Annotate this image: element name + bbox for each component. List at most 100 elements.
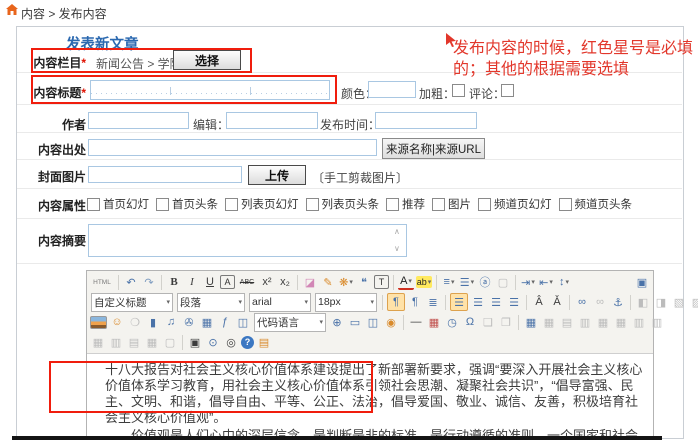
align-left-icon[interactable]: ☰ bbox=[450, 293, 468, 311]
title-color-input[interactable] bbox=[368, 81, 416, 98]
html-source-icon[interactable]: HTML bbox=[90, 274, 114, 290]
title-input[interactable] bbox=[90, 80, 330, 100]
sticker-icon[interactable]: ❍ bbox=[127, 314, 143, 330]
letter-spacing-up-icon[interactable]: Â bbox=[531, 294, 547, 310]
attr-home-headline[interactable]: 首页头条 bbox=[156, 196, 218, 212]
float-right-icon[interactable]: ◨ bbox=[653, 294, 669, 310]
attr-recommend[interactable]: 推荐 bbox=[386, 196, 425, 212]
undo-icon[interactable]: ↶ bbox=[123, 274, 139, 290]
editor-content[interactable]: 十八大报告对社会主义核心价值体系建设提出了新部署新要求，强调“要深入开展社会主义… bbox=[87, 354, 653, 436]
anchor-icon[interactable]: ⚓ bbox=[610, 294, 626, 310]
clock-icon[interactable]: ◷ bbox=[444, 314, 460, 330]
insert-col-left-icon[interactable]: ▥ bbox=[631, 314, 647, 330]
emoticon-icon[interactable]: ☺ bbox=[109, 314, 125, 330]
font-select[interactable]: arial▾ bbox=[249, 293, 311, 312]
attr-home-slide[interactable]: 首页幻灯 bbox=[87, 196, 149, 212]
delete-table-icon[interactable]: ▦ bbox=[541, 314, 557, 330]
capture-icon[interactable]: ◉ bbox=[383, 314, 399, 330]
attr-channel-slide[interactable]: 频道页幻灯 bbox=[478, 196, 552, 212]
italic-icon[interactable]: I bbox=[184, 274, 200, 290]
checkbox[interactable] bbox=[478, 198, 491, 211]
eraser-icon[interactable]: ◪ bbox=[302, 274, 318, 290]
upload-button[interactable]: 上传 bbox=[248, 165, 306, 185]
comment-checkbox[interactable] bbox=[501, 84, 514, 97]
comment-icon[interactable]: ❏ bbox=[480, 314, 496, 330]
publish-time-input[interactable] bbox=[375, 112, 477, 129]
letter-spacing-down-icon[interactable]: Ǎ bbox=[549, 294, 565, 310]
table-prop-icon[interactable]: ▤ bbox=[559, 314, 575, 330]
font-color-icon[interactable]: A bbox=[398, 275, 414, 290]
preview-icon[interactable]: ⊙ bbox=[205, 334, 221, 350]
superscript-icon[interactable]: x² bbox=[259, 274, 275, 290]
redo-icon[interactable]: ↷ bbox=[141, 274, 157, 290]
home-icon[interactable] bbox=[6, 4, 18, 16]
strikethrough-icon[interactable]: ABC bbox=[237, 274, 257, 290]
underline-icon[interactable]: U bbox=[202, 274, 218, 290]
print-icon[interactable]: ▣ bbox=[187, 334, 203, 350]
find-icon[interactable]: ◎ bbox=[223, 334, 239, 350]
indent-hanging-icon[interactable]: ⇤ bbox=[538, 274, 554, 290]
bold-icon[interactable]: B bbox=[166, 274, 182, 290]
insert-table-icon[interactable]: ▦ bbox=[523, 314, 539, 330]
quick-format-icon[interactable]: ❋ bbox=[338, 274, 354, 290]
checkbox[interactable] bbox=[225, 198, 238, 211]
unordered-list-icon[interactable]: ☰ bbox=[459, 274, 475, 290]
horizontal-rule-icon[interactable]: — bbox=[408, 314, 424, 330]
format-brush-icon[interactable]: ✎ bbox=[320, 274, 336, 290]
clear-left-icon[interactable]: ▧ bbox=[671, 294, 687, 310]
attr-list-slide[interactable]: 列表页幻灯 bbox=[225, 196, 299, 212]
attr-picture[interactable]: 图片 bbox=[432, 196, 471, 212]
scroll-down-icon[interactable]: ∨ bbox=[394, 245, 400, 253]
indent-first-line-icon[interactable]: ⇥ bbox=[520, 274, 536, 290]
align-center-icon[interactable]: ☰ bbox=[470, 294, 486, 310]
cover-input[interactable] bbox=[88, 166, 242, 183]
page-break-icon[interactable]: ▭ bbox=[347, 314, 363, 330]
select-column-button[interactable]: 选择 bbox=[173, 50, 241, 70]
checkbox[interactable] bbox=[87, 198, 100, 211]
omega-icon[interactable]: Ω bbox=[462, 314, 478, 330]
attr-list-headline[interactable]: 列表页头条 bbox=[306, 196, 380, 212]
movie-icon[interactable]: ▮ bbox=[145, 314, 161, 330]
cell-prop-icon[interactable]: ▥ bbox=[577, 314, 593, 330]
music-icon[interactable]: ♫ bbox=[163, 314, 179, 330]
blank-page-icon[interactable]: ▢ bbox=[495, 274, 511, 290]
ordered-list-icon[interactable]: ≡ bbox=[441, 274, 457, 290]
picture-frame-icon[interactable]: ▦ bbox=[199, 314, 215, 330]
scroll-up-icon[interactable]: ∧ bbox=[394, 228, 400, 236]
web-icon[interactable]: ⊕ bbox=[329, 314, 345, 330]
editor-input[interactable] bbox=[226, 112, 318, 129]
paste-icon[interactable]: ▤ bbox=[256, 334, 272, 350]
merge-down-icon[interactable]: ▦ bbox=[144, 334, 160, 350]
paragraph-select[interactable]: 段落▾ bbox=[177, 293, 245, 312]
picture-icon[interactable] bbox=[90, 316, 107, 329]
attachment-icon[interactable]: ✇ bbox=[181, 314, 197, 330]
checkbox[interactable] bbox=[432, 198, 445, 211]
bold-checkbox[interactable] bbox=[452, 84, 465, 97]
boxed-text-icon[interactable]: A bbox=[220, 275, 235, 289]
insert-col-right-icon[interactable]: ▥ bbox=[649, 314, 665, 330]
insert-row-above-icon[interactable]: ▦ bbox=[595, 314, 611, 330]
checkbox[interactable] bbox=[306, 198, 319, 211]
insert-row-below-icon[interactable]: ▦ bbox=[613, 314, 629, 330]
help-icon[interactable]: ? bbox=[241, 336, 254, 349]
rtl-paragraph-icon[interactable]: ¶ bbox=[407, 294, 423, 310]
split-cells-icon[interactable]: ▥ bbox=[108, 334, 124, 350]
highlight-color-icon[interactable]: ab bbox=[416, 276, 432, 288]
doc-new-icon[interactable]: ▢ bbox=[162, 334, 178, 350]
merge-cells-icon[interactable]: ▦ bbox=[90, 334, 106, 350]
checkbox[interactable] bbox=[386, 198, 399, 211]
summary-textarea[interactable] bbox=[88, 224, 407, 257]
columns-icon[interactable]: ◫ bbox=[365, 314, 381, 330]
comment-list-icon[interactable]: ❐ bbox=[498, 314, 514, 330]
line-height-icon[interactable]: ↕ bbox=[556, 274, 572, 290]
merge-right-icon[interactable]: ▤ bbox=[126, 334, 142, 350]
checkbox[interactable] bbox=[156, 198, 169, 211]
size-select[interactable]: 18px▾ bbox=[315, 293, 377, 312]
fullscreen-icon[interactable]: ▣ bbox=[634, 274, 650, 290]
source-name-url-button[interactable]: 来源名称|来源URL bbox=[382, 138, 485, 159]
checkbox[interactable] bbox=[559, 198, 572, 211]
media-icon[interactable]: ◫ bbox=[235, 314, 251, 330]
link-icon[interactable]: ∞ bbox=[574, 294, 590, 310]
text-box-icon[interactable]: T bbox=[374, 275, 389, 289]
align-justify-icon[interactable]: ☰ bbox=[506, 294, 522, 310]
